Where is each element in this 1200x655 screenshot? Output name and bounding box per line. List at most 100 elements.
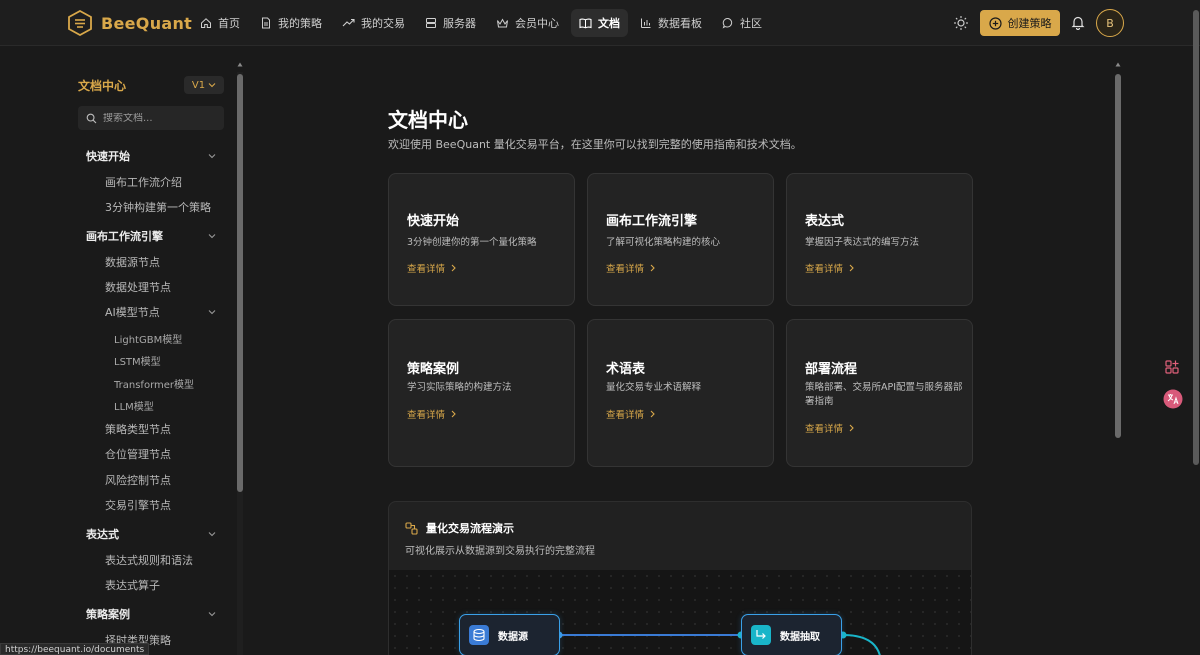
theme-toggle-icon[interactable] xyxy=(952,14,970,32)
brand-logo[interactable]: BeeQuant xyxy=(67,10,192,36)
version-selector[interactable]: V1 xyxy=(184,76,224,94)
flow-node-extract[interactable]: 数据抽取 xyxy=(741,614,842,655)
sidebar-section-canvas-engine[interactable]: 画布工作流引擎 xyxy=(86,228,216,244)
nav-item-dashboard[interactable]: 数据看板 xyxy=(632,9,710,37)
nav-item-community[interactable]: 社区 xyxy=(714,9,770,37)
chevron-right-icon xyxy=(650,264,655,272)
page-scrollbar[interactable] xyxy=(1192,0,1200,655)
sidebar-item-datasource-node[interactable]: 数据源节点 xyxy=(105,254,160,270)
docs-sidebar: 文档中心 V1 快速开始 画布工作流介绍 3分钟构建第一个策略 画布工作流引擎 … xyxy=(67,66,235,655)
home-icon xyxy=(201,18,211,28)
doc-card-quickstart[interactable]: 快速开始 3分钟创建你的第一个量化策略 查看详情 xyxy=(388,173,575,306)
sidebar-item-first-strategy[interactable]: 3分钟构建第一个策略 xyxy=(105,199,211,215)
nav-item-home[interactable]: 首页 xyxy=(192,9,248,37)
nav-label: 服务器 xyxy=(443,17,476,30)
sidebar-item-risk-node[interactable]: 风险控制节点 xyxy=(105,472,171,488)
chevron-right-icon xyxy=(849,264,854,272)
notification-bell-icon[interactable] xyxy=(1071,15,1085,30)
nav-label: 会员中心 xyxy=(515,17,559,30)
nav-item-membership[interactable]: 会员中心 xyxy=(488,9,567,37)
section-label: 快速开始 xyxy=(86,150,130,163)
doc-card-deployment[interactable]: 部署流程 策略部署、交易所API配置与服务器部署指南 查看详情 xyxy=(786,319,973,467)
card-description: 3分钟创建你的第一个量化策略 xyxy=(407,237,537,248)
card-description: 学习实际策略的构建方法 xyxy=(407,382,512,393)
card-view-details-link[interactable]: 查看详情 xyxy=(407,261,456,275)
sidebar-item-llm[interactable]: LLM模型 xyxy=(114,398,154,413)
chevron-right-icon xyxy=(451,264,456,272)
card-description: 掌握因子表达式的编写方法 xyxy=(805,237,920,248)
scrollbar-thumb[interactable] xyxy=(1193,10,1199,465)
sidebar-item-trade-engine-node[interactable]: 交易引擎节点 xyxy=(105,497,171,513)
sidebar-section-cases[interactable]: 策略案例 xyxy=(86,606,216,622)
card-title: 术语表 xyxy=(606,362,646,377)
scroll-up-arrow-icon[interactable] xyxy=(237,62,243,67)
user-avatar[interactable]: B xyxy=(1096,9,1124,37)
scroll-up-arrow-icon[interactable] xyxy=(1115,62,1121,67)
card-title: 表达式 xyxy=(805,214,845,229)
card-view-details-link[interactable]: 查看详情 xyxy=(805,261,854,275)
sidebar-item-lstm[interactable]: LSTM模型 xyxy=(114,353,161,368)
chevron-right-icon xyxy=(451,410,456,418)
book-icon xyxy=(579,18,592,29)
nav-item-my-strategies[interactable]: 我的策略 xyxy=(252,9,330,37)
extract-icon xyxy=(751,625,771,645)
card-view-details-link[interactable]: 查看详情 xyxy=(606,261,655,275)
nav-label: 我的交易 xyxy=(361,17,405,30)
sidebar-section-expression[interactable]: 表达式 xyxy=(86,526,216,542)
card-description: 策略部署、交易所API配置与服务器部署指南 xyxy=(805,382,963,407)
card-view-details-link[interactable]: 查看详情 xyxy=(407,407,456,421)
link-label: 查看详情 xyxy=(407,410,446,421)
doc-card-cases[interactable]: 策略案例 学习实际策略的构建方法 查看详情 xyxy=(388,319,575,467)
extension-apps-icon[interactable] xyxy=(1163,358,1181,376)
link-label: 查看详情 xyxy=(606,410,645,421)
doc-card-canvas-engine[interactable]: 画布工作流引擎 了解可视化策略构建的核心 查看详情 xyxy=(587,173,774,306)
sidebar-item-ai-model-node[interactable]: AI模型节点 xyxy=(105,304,216,320)
chevron-down-icon xyxy=(208,310,216,315)
chevron-down-icon xyxy=(208,154,216,159)
node-label: 数据源 xyxy=(498,631,528,643)
card-view-details-link[interactable]: 查看详情 xyxy=(606,407,655,421)
translate-icon[interactable] xyxy=(1163,389,1183,409)
card-description: 了解可视化策略构建的核心 xyxy=(606,237,721,248)
flow-header: 量化交易流程演示 xyxy=(405,520,514,536)
card-description: 量化交易专业术语解释 xyxy=(606,382,702,393)
nav-label: 我的策略 xyxy=(278,17,322,30)
nav-item-docs[interactable]: 文档 xyxy=(571,9,628,37)
app-root: BeeQuant 首页 我的策略 我的交易 服务器 会员中心 文档 数据看板 社… xyxy=(0,0,1200,655)
sidebar-item-canvas-intro[interactable]: 画布工作流介绍 xyxy=(105,174,182,190)
sidebar-scrollbar[interactable] xyxy=(236,62,244,655)
sidebar-item-strategy-type-node[interactable]: 策略类型节点 xyxy=(105,421,171,437)
sidebar-item-expression-syntax[interactable]: 表达式规则和语法 xyxy=(105,552,193,568)
brand-name: BeeQuant xyxy=(101,13,193,33)
docs-search-input[interactable] xyxy=(103,112,213,124)
chevron-right-icon xyxy=(650,410,655,418)
scrollbar-thumb[interactable] xyxy=(1115,74,1121,438)
sidebar-item-lightgbm[interactable]: LightGBM模型 xyxy=(114,331,182,346)
content-scrollbar[interactable] xyxy=(1114,62,1122,655)
sidebar-item-processing-node[interactable]: 数据处理节点 xyxy=(105,279,171,295)
sidebar-item-transformer[interactable]: Transformer模型 xyxy=(114,376,194,391)
sidebar-item-expression-operators[interactable]: 表达式算子 xyxy=(105,577,160,593)
flow-node-datasource[interactable]: 数据源 xyxy=(459,614,560,655)
nav-label: 文档 xyxy=(598,17,620,30)
section-label: 表达式 xyxy=(86,528,119,541)
sidebar-item-position-node[interactable]: 仓位管理节点 xyxy=(105,446,171,462)
nav-item-my-trades[interactable]: 我的交易 xyxy=(334,9,413,37)
section-label: 画布工作流引擎 xyxy=(86,230,163,243)
database-icon xyxy=(469,625,489,645)
chevron-down-icon xyxy=(208,83,216,88)
create-strategy-button[interactable]: 创建策略 xyxy=(980,10,1060,36)
nav-label: 数据看板 xyxy=(658,17,702,30)
flow-canvas[interactable]: 数据源 数据抽取 xyxy=(389,570,971,655)
nav-item-servers[interactable]: 服务器 xyxy=(417,9,484,37)
scrollbar-thumb[interactable] xyxy=(237,74,243,492)
card-title: 部署流程 xyxy=(805,362,858,377)
section-label: 策略案例 xyxy=(86,608,130,621)
doc-card-glossary[interactable]: 术语表 量化交易专业术语解释 查看详情 xyxy=(587,319,774,467)
card-view-details-link[interactable]: 查看详情 xyxy=(805,421,854,435)
sidebar-section-quickstart[interactable]: 快速开始 xyxy=(86,148,216,164)
doc-card-expression[interactable]: 表达式 掌握因子表达式的编写方法 查看详情 xyxy=(786,173,973,306)
server-icon xyxy=(426,18,436,28)
version-label: V1 xyxy=(191,79,206,91)
docs-search[interactable] xyxy=(78,106,224,130)
